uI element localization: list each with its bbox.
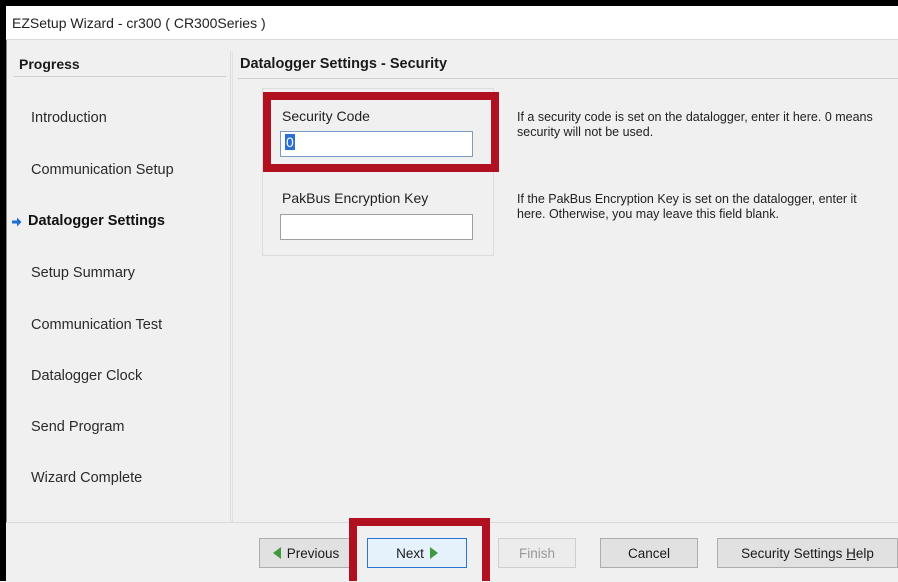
step-send-program: Send Program xyxy=(31,419,125,435)
help-label-accelerator: H xyxy=(846,545,856,561)
current-step-arrow-icon xyxy=(12,215,22,227)
step-label: Introduction xyxy=(31,110,107,126)
step-datalogger-settings: Datalogger Settings xyxy=(12,213,165,229)
help-label-prefix: Security Settings xyxy=(741,545,847,561)
step-introduction: Introduction xyxy=(31,110,107,126)
step-label: Communication Test xyxy=(31,317,163,333)
window-titlebar: EZSetup Wizard - cr300 ( CR300Series ) xyxy=(6,6,898,40)
step-communication-test: Communication Test xyxy=(31,317,162,333)
security-code-help: If a security code is set on the datalog… xyxy=(517,110,873,139)
next-button-highlight xyxy=(349,518,490,581)
security-settings-help-button[interactable]: Security Settings Help xyxy=(717,538,898,568)
help-label-suffix: elp xyxy=(855,545,874,561)
step-datalogger-clock: Datalogger Clock xyxy=(31,368,142,384)
step-wizard-complete: Wizard Complete xyxy=(31,470,142,486)
cancel-label: Cancel xyxy=(627,545,671,561)
pakbus-key-field[interactable] xyxy=(280,214,473,240)
previous-label: Previous xyxy=(286,545,340,561)
finish-button[interactable]: Finish xyxy=(498,538,576,568)
finish-label: Finish xyxy=(518,545,555,561)
window-title: EZSetup Wizard - cr300 ( CR300Series ) xyxy=(12,15,266,31)
step-label: Datalogger Settings xyxy=(28,213,165,229)
title-divider xyxy=(238,78,898,79)
cancel-button[interactable]: Cancel xyxy=(600,538,698,568)
step-label: Setup Summary xyxy=(31,265,135,281)
security-code-highlight xyxy=(263,92,499,172)
step-setup-summary: Setup Summary xyxy=(31,265,135,281)
progress-header: Progress xyxy=(19,56,80,72)
step-label: Communication Setup xyxy=(31,162,174,178)
step-communication-setup: Communication Setup xyxy=(31,162,174,178)
step-label: Wizard Complete xyxy=(31,470,143,486)
pakbus-key-help: If the PakBus Encryption Key is set on t… xyxy=(517,192,857,221)
step-label: Send Program xyxy=(31,419,125,435)
back-arrow-icon xyxy=(272,547,281,559)
page-title: Datalogger Settings - Security xyxy=(240,56,448,72)
pakbus-key-label: PakBus Encryption Key xyxy=(282,190,429,206)
progress-divider xyxy=(14,76,226,77)
step-label: Datalogger Clock xyxy=(31,368,143,384)
previous-button[interactable]: Previous xyxy=(259,538,353,568)
